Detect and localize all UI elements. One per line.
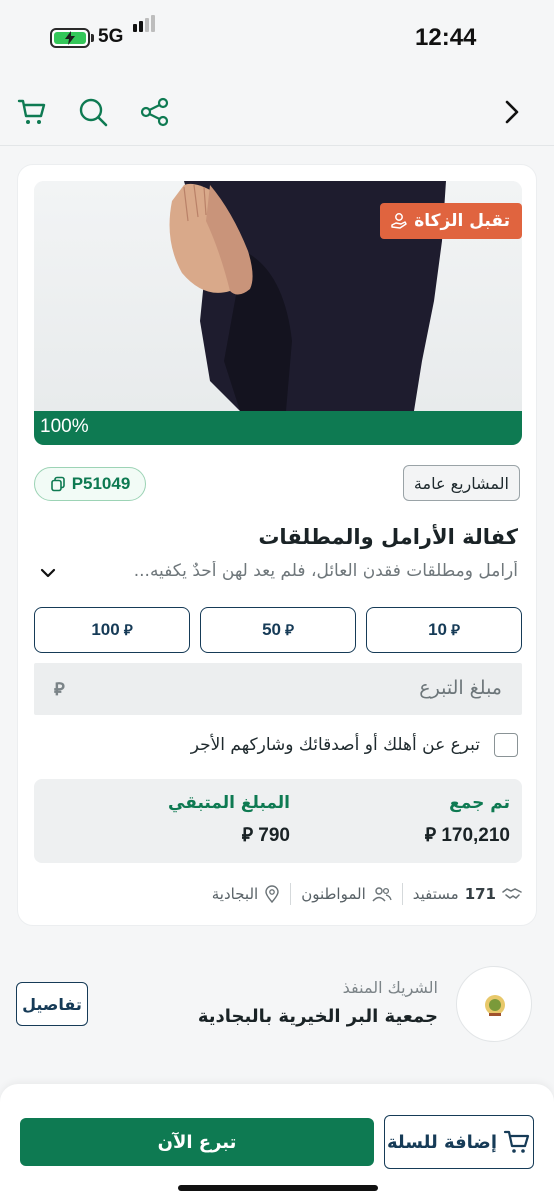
collected-label: تم جمع: [449, 793, 510, 813]
gift-label: تبرع عن أهلك أو أصدقائك وشاركهم الأجر: [190, 735, 480, 755]
partner-details-button[interactable]: تفاصيل: [16, 982, 88, 1026]
amount-value: 100: [91, 620, 120, 639]
remaining-label: المبلغ المتبقي: [168, 793, 290, 813]
riyal-icon: ⃁: [123, 621, 133, 639]
progress-fill: [34, 411, 522, 445]
battery-cap: [91, 34, 94, 42]
project-code[interactable]: P51049: [34, 467, 146, 501]
target-label: المواطنون: [301, 885, 366, 903]
network-type: 5G: [98, 26, 124, 47]
zakat-badge-label: تقبل الزكاة: [414, 211, 510, 231]
top-nav: [0, 80, 554, 146]
riyal-icon: ⃁: [54, 679, 65, 700]
remaining-value: 790 ⃁: [241, 825, 290, 846]
project-meta: 171 مستفيد المواطنون البجادية: [34, 881, 522, 907]
cart-icon[interactable]: [16, 96, 48, 128]
partner-label: الشريك المنفذ: [342, 978, 438, 997]
zakat-badge: تقبل الزكاة: [380, 203, 522, 239]
location-pin-icon: [265, 885, 279, 903]
location-label: البجادية: [211, 885, 259, 903]
copy-icon[interactable]: [50, 476, 66, 492]
bottom-action-bar: تبرع الآن إضافة للسلة: [0, 1084, 554, 1200]
target-group: المواطنون: [301, 885, 392, 903]
back-chevron-icon[interactable]: [496, 96, 528, 128]
funding-stats: تم جمع 170,210 ⃁ المبلغ المتبقي 790 ⃁: [34, 779, 522, 863]
donate-now-button[interactable]: تبرع الآن: [20, 1118, 374, 1166]
gift-checkbox[interactable]: [494, 733, 518, 757]
status-bar: 5G 12:44: [0, 0, 554, 74]
progress-label: 100%: [40, 416, 89, 437]
partner-name: جمعية البر الخيرية بالبجادية: [197, 1006, 438, 1027]
project-card: تقبل الزكاة 100% P51049 المشاريع عامة كف…: [17, 164, 537, 926]
riyal-icon: ⃁: [424, 825, 437, 846]
amount-button-100[interactable]: 100 ⃁: [34, 607, 190, 653]
gift-donation-option[interactable]: تبرع عن أهلك أو أصدقائك وشاركهم الأجر: [191, 731, 518, 759]
add-to-cart-button[interactable]: إضافة للسلة: [384, 1115, 534, 1169]
share-icon[interactable]: [139, 96, 171, 128]
funding-progress-bar: 100%: [34, 411, 522, 445]
amount-button-50[interactable]: 50 ⃁: [200, 607, 356, 653]
battery-icon: [50, 28, 90, 48]
beneficiaries-count: 171: [464, 885, 496, 903]
project-code-label: P51049: [71, 474, 131, 493]
amount-value: 10: [428, 620, 447, 639]
riyal-icon: ⃁: [285, 621, 294, 639]
category-tag[interactable]: المشاريع عامة: [402, 465, 520, 501]
cart-icon: [503, 1130, 530, 1153]
amount-value: 50: [262, 620, 281, 639]
remaining-stat: المبلغ المتبقي 790 ⃁: [168, 793, 290, 847]
collected-value: 170,210 ⃁: [424, 825, 510, 846]
hand-coin-icon: [391, 213, 407, 229]
riyal-icon: ⃁: [451, 621, 460, 639]
status-time: 12:44: [415, 24, 477, 51]
amount-button-10[interactable]: 10 ⃁: [366, 607, 522, 653]
partner-logo: [456, 966, 532, 1042]
add-to-cart-label: إضافة للسلة: [387, 1131, 497, 1153]
people-icon: [372, 887, 392, 902]
divider: [401, 883, 403, 905]
handshake-icon: [502, 888, 522, 899]
riyal-icon: ⃁: [241, 825, 254, 846]
collected-stat: تم جمع 170,210 ⃁: [425, 793, 510, 847]
project-description: أرامل ومطلقات فقدن العائل، فلم يعد لهن أ…: [133, 561, 518, 581]
project-image: تقبل الزكاة 100%: [34, 181, 522, 445]
location: البجادية: [212, 885, 280, 903]
expand-chevron-icon[interactable]: [38, 563, 58, 583]
divider: [290, 883, 292, 905]
search-icon[interactable]: [77, 96, 109, 128]
beneficiaries-label: مستفيد: [412, 885, 459, 903]
partner-section: الشريك المنفذ جمعية البر الخيرية بالبجاد…: [0, 956, 554, 1056]
amount-placeholder: مبلغ التبرع: [419, 677, 502, 699]
project-title: كفالة الأرامل والمطلقات: [258, 525, 518, 549]
beneficiaries: 171 مستفيد: [413, 885, 522, 903]
donation-amount-input[interactable]: مبلغ التبرع ⃁: [34, 663, 522, 715]
home-indicator: [178, 1185, 378, 1191]
